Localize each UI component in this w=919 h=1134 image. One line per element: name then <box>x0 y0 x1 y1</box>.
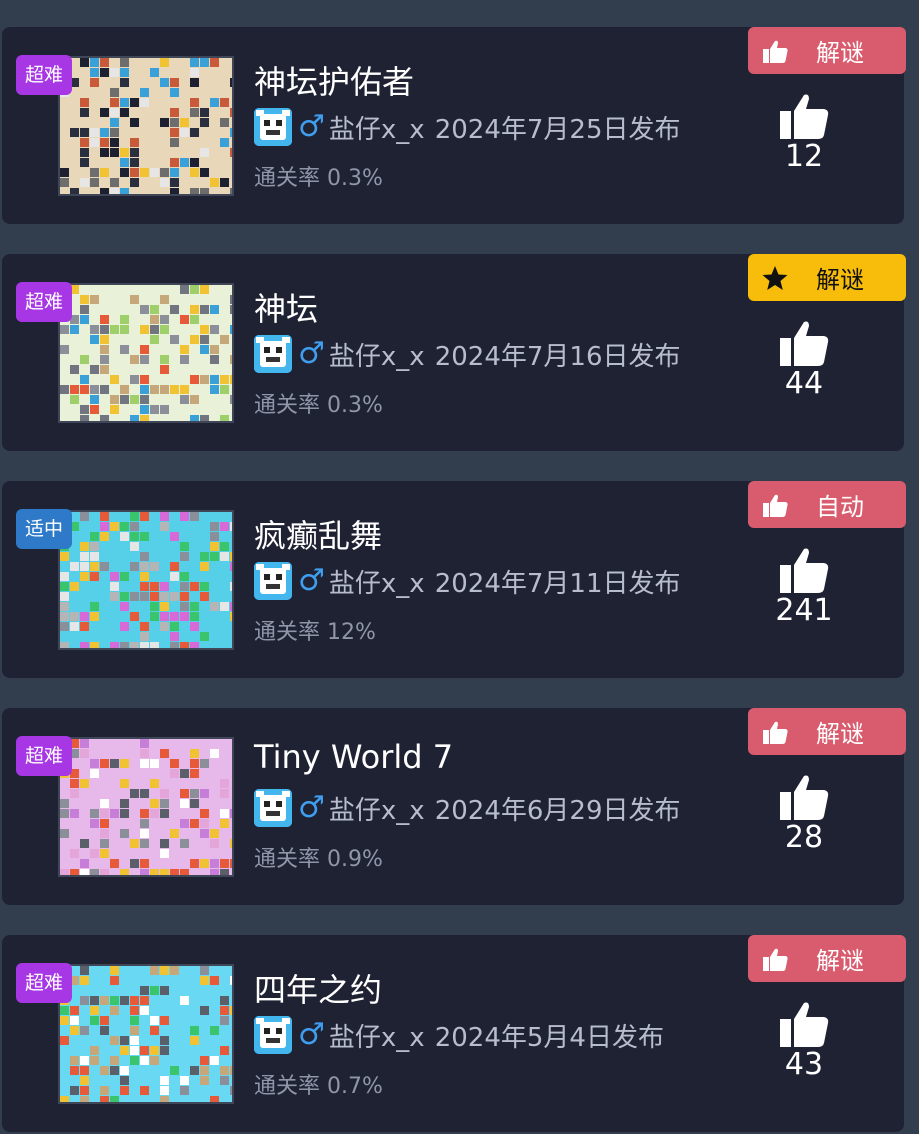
like-count: 43 <box>784 1047 824 1082</box>
tag-label: 解谜 <box>816 720 864 748</box>
difficulty-badge: 适中 <box>16 509 73 549</box>
publish-date: 2024年7月25日发布 <box>434 114 681 145</box>
clear-rate: 通关率 0.3% <box>254 166 383 191</box>
level-thumbnail[interactable] <box>58 510 234 650</box>
difficulty-badge: 超难 <box>16 736 73 776</box>
author-name[interactable]: 盐仔x_x <box>329 336 425 373</box>
author-row[interactable]: ♂ 盐仔x_x 2024年5月4日发布 <box>254 1015 664 1055</box>
like-button[interactable]: 28 <box>768 772 840 855</box>
publish-date: 2024年5月4日发布 <box>434 1022 664 1053</box>
level-tag: 解谜 <box>748 935 906 982</box>
difficulty-badge: 超难 <box>16 282 73 322</box>
level-card[interactable]: 超难 神坛 ♂ 盐仔x_x 2024年7月16日发布 通关率 0.3% 解谜 4… <box>2 254 906 451</box>
male-icon: ♂ <box>298 109 325 144</box>
tag-label: 解谜 <box>816 947 864 975</box>
level-title[interactable]: 疯癫乱舞 <box>254 511 382 557</box>
level-title[interactable]: 神坛 <box>254 284 318 330</box>
level-title[interactable]: 四年之约 <box>254 965 382 1011</box>
publish-date: 2024年6月29日发布 <box>434 795 681 826</box>
level-thumbnail[interactable] <box>58 56 234 196</box>
male-icon: ♂ <box>298 790 325 825</box>
clear-rate: 通关率 0.7% <box>254 1074 383 1099</box>
male-icon: ♂ <box>298 336 325 371</box>
like-button[interactable]: 44 <box>768 318 840 401</box>
tag-label: 解谜 <box>816 266 864 294</box>
thumbs-up-icon <box>768 318 840 368</box>
like-button[interactable]: 12 <box>768 91 840 174</box>
like-count: 241 <box>775 593 833 628</box>
thumbs-up-icon <box>762 492 788 518</box>
level-title[interactable]: Tiny World 7 <box>254 738 453 776</box>
author-name[interactable]: 盐仔x_x <box>329 109 425 146</box>
like-button[interactable]: 241 <box>768 545 840 628</box>
difficulty-badge: 超难 <box>16 55 73 95</box>
thumbs-up-icon <box>762 719 788 745</box>
tag-label: 解谜 <box>816 39 864 67</box>
level-tag: 自动 <box>748 481 906 528</box>
avatar[interactable] <box>254 562 292 600</box>
male-icon: ♂ <box>298 563 325 598</box>
author-name[interactable]: 盐仔x_x <box>329 790 425 827</box>
author-row[interactable]: ♂ 盐仔x_x 2024年6月29日发布 <box>254 788 680 828</box>
thumbs-up-icon <box>762 38 788 64</box>
publish-date: 2024年7月11日发布 <box>434 568 681 599</box>
clear-rate: 通关率 0.9% <box>254 847 383 872</box>
publish-date: 2024年7月16日发布 <box>434 341 681 372</box>
thumbs-up-icon <box>768 999 840 1049</box>
level-title[interactable]: 神坛护佑者 <box>254 57 414 103</box>
level-card[interactable]: 超难 四年之约 ♂ 盐仔x_x 2024年5月4日发布 通关率 0.7% 解谜 … <box>2 935 906 1132</box>
avatar[interactable] <box>254 108 292 146</box>
avatar[interactable] <box>254 1016 292 1054</box>
level-thumbnail[interactable] <box>58 283 234 423</box>
author-row[interactable]: ♂ 盐仔x_x 2024年7月11日发布 <box>254 561 680 601</box>
thumbs-up-icon <box>762 946 788 972</box>
clear-rate: 通关率 0.3% <box>254 393 383 418</box>
level-tag: 解谜 <box>748 708 906 755</box>
like-button[interactable]: 43 <box>768 999 840 1082</box>
level-tag: 解谜 <box>748 27 906 74</box>
level-thumbnail[interactable] <box>58 737 234 877</box>
author-name[interactable]: 盐仔x_x <box>329 1017 425 1054</box>
like-count: 12 <box>784 139 824 174</box>
level-card[interactable]: 适中 疯癫乱舞 ♂ 盐仔x_x 2024年7月11日发布 通关率 12% 自动 … <box>2 481 906 678</box>
level-card[interactable]: 超难 Tiny World 7 ♂ 盐仔x_x 2024年6月29日发布 通关率… <box>2 708 906 905</box>
like-count: 44 <box>784 366 824 401</box>
male-icon: ♂ <box>298 1017 325 1052</box>
avatar[interactable] <box>254 789 292 827</box>
level-thumbnail[interactable] <box>58 964 234 1104</box>
avatar[interactable] <box>254 335 292 373</box>
thumbs-up-icon <box>768 545 840 595</box>
level-card[interactable]: 超难 神坛护佑者 ♂ 盐仔x_x 2024年7月25日发布 通关率 0.3% 解… <box>2 27 906 224</box>
star-icon <box>762 265 788 291</box>
level-tag: 解谜 <box>748 254 906 301</box>
thumbs-up-icon <box>768 91 840 141</box>
clear-rate: 通关率 12% <box>254 620 376 645</box>
author-row[interactable]: ♂ 盐仔x_x 2024年7月16日发布 <box>254 334 680 374</box>
author-name[interactable]: 盐仔x_x <box>329 563 425 600</box>
difficulty-badge: 超难 <box>16 963 73 1003</box>
tag-label: 自动 <box>816 493 864 521</box>
thumbs-up-icon <box>768 772 840 822</box>
like-count: 28 <box>784 820 824 855</box>
author-row[interactable]: ♂ 盐仔x_x 2024年7月25日发布 <box>254 107 680 147</box>
